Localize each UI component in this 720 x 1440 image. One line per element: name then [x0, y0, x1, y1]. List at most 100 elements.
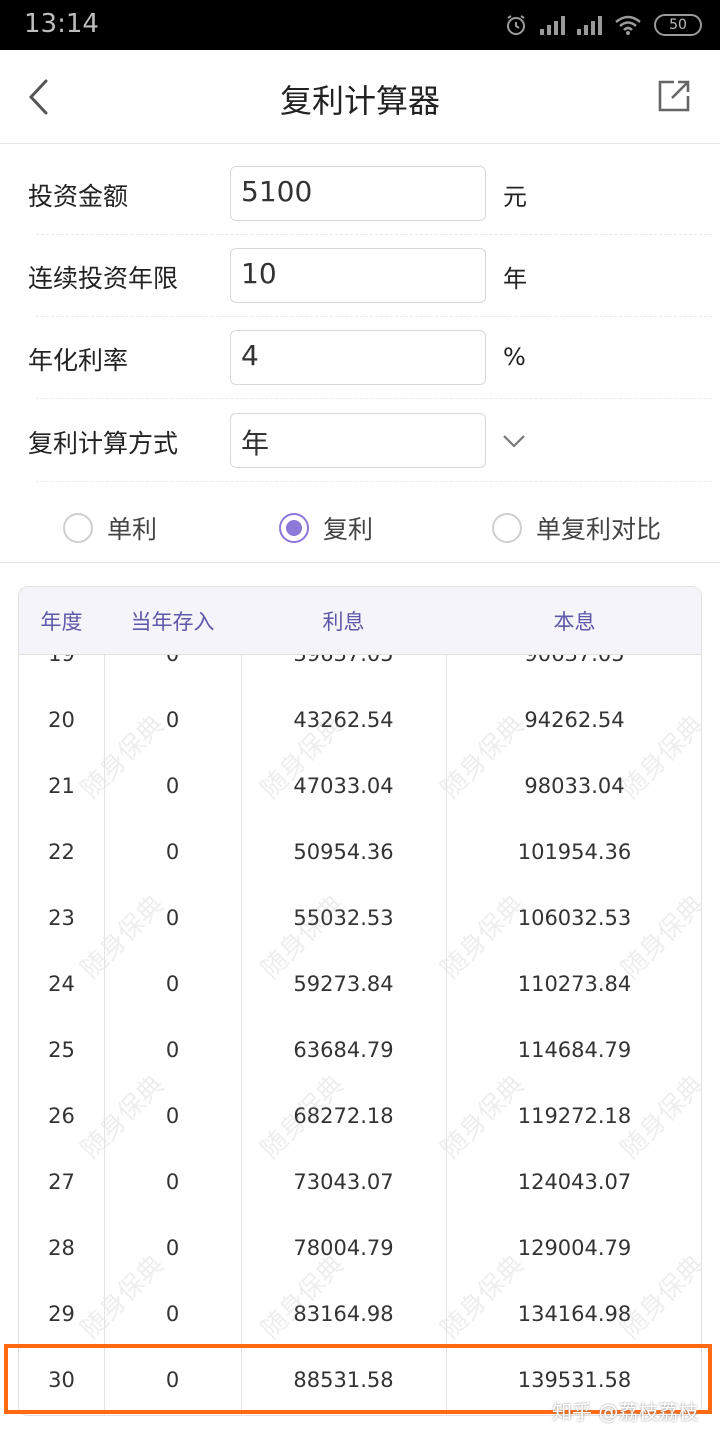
signal-icon [540, 15, 565, 35]
years-input[interactable]: 10 [230, 248, 486, 303]
table-row: 26 0 68272.18 119272.18 [19, 1083, 701, 1149]
cell-total: 110273.84 [517, 972, 632, 996]
cell-year: 20 [48, 708, 75, 732]
chevron-down-icon[interactable] [502, 433, 526, 449]
header-deposit: 当年存入 [130, 610, 215, 634]
amount-unit: 元 [503, 183, 527, 211]
amount-input[interactable]: 5100 [230, 166, 486, 221]
cell-total: 134164.98 [517, 1302, 632, 1326]
cell-total: 90637.05 [446, 655, 701, 687]
rate-unit: % [503, 343, 526, 371]
cell-total: 94262.54 [524, 708, 625, 732]
table-body[interactable]: 19039637.0590637.0520043262.5494262.5421… [19, 655, 701, 1415]
alarm-icon [507, 15, 525, 35]
cell-deposit: 0 [165, 1302, 180, 1326]
cell-interest: 39637.05 [241, 655, 446, 687]
table-header: 年度 当年存入 利息 本息 [19, 587, 701, 655]
amount-row: 投资金额 5100 元 [0, 150, 720, 232]
share-button[interactable] [656, 78, 696, 118]
table-row: 24 0 59273.84 110273.84 [19, 951, 701, 1017]
table-row: 27 0 73043.07 124043.07 [19, 1149, 701, 1215]
cell-total: 124043.07 [517, 1170, 632, 1194]
table-row: 21 0 47033.04 98033.04 [19, 753, 701, 819]
cell-year: 28 [48, 1236, 75, 1260]
results-table[interactable]: 年度 当年存入 利息 本息 19039637.0590637.052004326… [18, 586, 702, 1416]
cell-year: 24 [48, 972, 75, 996]
column-divider [446, 587, 447, 1415]
cell-deposit: 0 [165, 774, 180, 798]
table-row: 22 0 50954.36 101954.36 [19, 819, 701, 885]
table-row: 20 0 43262.54 94262.54 [19, 687, 701, 753]
column-divider [104, 587, 105, 1415]
radio-comparison[interactable]: 单复利对比 [492, 510, 661, 546]
amount-label: 投资金额 [28, 182, 129, 211]
cell-total: 114684.79 [517, 1038, 632, 1062]
years-label: 连续投资年限 [28, 264, 179, 293]
cell-year: 22 [48, 840, 75, 864]
cell-interest: 43262.54 [293, 708, 394, 732]
rate-input[interactable]: 4 [230, 330, 486, 385]
rate-row: 年化利率 4 % [0, 314, 720, 396]
cell-deposit: 0 [165, 1236, 180, 1260]
cell-year: 21 [48, 774, 75, 798]
cell-interest: 59273.84 [293, 972, 394, 996]
radio-label: 单复利对比 [536, 515, 662, 544]
rate-label: 年化利率 [28, 346, 129, 375]
section-divider [0, 562, 720, 563]
radio-circle-selected [279, 513, 309, 543]
cell-total: 101954.36 [517, 840, 632, 864]
table-row: 28 0 78004.79 129004.79 [19, 1215, 701, 1281]
years-row: 连续投资年限 10 年 [0, 232, 720, 314]
cell-interest: 47033.04 [293, 774, 394, 798]
cell-year: 25 [48, 1038, 75, 1062]
cell-deposit: 0 [165, 906, 180, 930]
status-icons: 50 [504, 10, 702, 40]
cell-year: 27 [48, 1170, 75, 1194]
signal-icon-2 [577, 15, 602, 35]
divider [36, 481, 712, 482]
method-row: 复利计算方式 年 [0, 397, 720, 479]
cell-interest: 83164.98 [293, 1302, 394, 1326]
method-select[interactable]: 年 [230, 413, 486, 468]
status-time: 13:14 [24, 9, 99, 39]
radio-label: 复利 [323, 515, 374, 544]
cell-deposit: 0 [165, 1038, 180, 1062]
cell-year: 23 [48, 906, 75, 930]
years-unit: 年 [503, 265, 527, 293]
cell-interest: 73043.07 [293, 1170, 394, 1194]
cell-interest: 68272.18 [293, 1104, 394, 1128]
page-title: 复利计算器 [279, 82, 440, 120]
table-row: 19039637.0590637.05 [19, 655, 701, 687]
cell-total: 129004.79 [517, 1236, 632, 1260]
cell-interest: 50954.36 [293, 840, 394, 864]
navigation-bar: 复利计算器 [0, 50, 720, 144]
cell-total: 119272.18 [517, 1104, 632, 1128]
cell-deposit: 0 [165, 1104, 180, 1128]
table-row: 25 0 63684.79 114684.79 [19, 1017, 701, 1083]
cell-interest: 78004.79 [293, 1236, 394, 1260]
radio-compound-interest[interactable]: 复利 [279, 510, 373, 546]
cell-year: 26 [48, 1104, 75, 1128]
status-bar: 13:14 50 [0, 0, 720, 50]
cell-deposit: 0 [165, 708, 180, 732]
cell-year: 29 [48, 1302, 75, 1326]
method-label: 复利计算方式 [28, 429, 179, 458]
cell-interest: 55032.53 [293, 906, 394, 930]
table-row: 29 0 83164.98 134164.98 [19, 1281, 701, 1347]
cell-total: 106032.53 [517, 906, 632, 930]
radio-circle [63, 513, 93, 543]
cell-year: 19 [19, 655, 104, 687]
radio-simple-interest[interactable]: 单利 [63, 510, 157, 546]
header-interest: 利息 [322, 610, 365, 634]
battery-icon: 50 [654, 14, 702, 36]
external-link-icon [658, 80, 690, 112]
wifi-icon [615, 15, 641, 35]
cell-interest: 63684.79 [293, 1038, 394, 1062]
table-row: 23 0 55032.53 106032.53 [19, 885, 701, 951]
radio-circle [492, 513, 522, 543]
header-total: 本息 [553, 610, 596, 634]
column-divider [241, 587, 242, 1415]
cell-deposit: 0 [165, 840, 180, 864]
cell-total: 98033.04 [524, 774, 625, 798]
credit-watermark: 知乎 @荔枝荔枝 [552, 1400, 699, 1424]
